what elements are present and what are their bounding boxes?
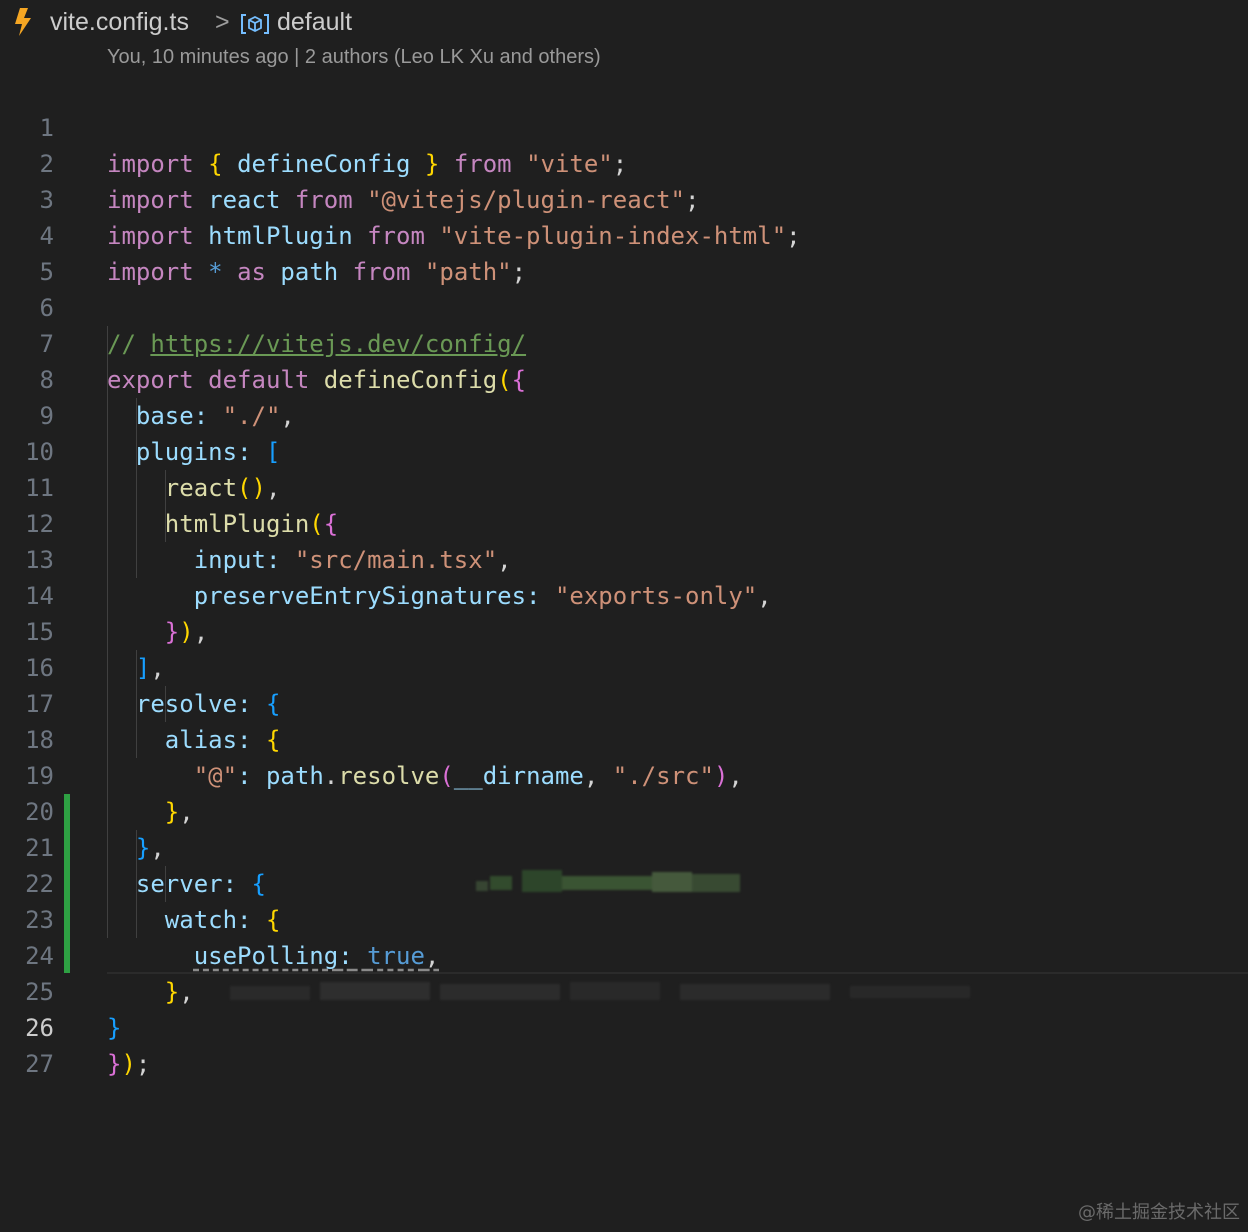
blurred-inline-blame: [476, 870, 740, 892]
code-line: 21 server: {: [0, 794, 1248, 898]
line-number: 27: [25, 1050, 54, 1078]
code-line: 14 }),: [0, 542, 1248, 646]
code-line: 10 react(),: [0, 398, 1248, 502]
code-line: 15 ],: [0, 578, 1248, 682]
code-line: 25 }: [0, 938, 1248, 1042]
code-line: 20 },: [0, 758, 1248, 862]
code-line: 2 import react from "@vitejs/plugin-reac…: [0, 110, 1248, 214]
code-line: 9 plugins: [: [0, 362, 1248, 466]
code-line: 27: [0, 1010, 1248, 1078]
code-line: 8 base: "./",: [0, 326, 1248, 430]
code-line: 4 import * as path from "path";: [0, 182, 1248, 286]
code-line: 17 alias: {: [0, 650, 1248, 754]
code-editor[interactable]: 1 import { defineConfig } from "vite"; 2…: [0, 74, 1248, 1078]
code-line: 18 "@": path.resolve(__dirname, "./src")…: [0, 686, 1248, 790]
code-line: 11 htmlPlugin({: [0, 434, 1248, 538]
code-line: 24 },: [0, 902, 1248, 1006]
breadcrumb-file[interactable]: vite.config.ts: [50, 8, 189, 37]
code-line: 6 // https://vitejs.dev/config/: [0, 254, 1248, 358]
code-line: 5: [0, 218, 1248, 286]
chevron-right-icon: >: [215, 8, 230, 36]
breadcrumb-symbol[interactable]: default: [277, 8, 352, 37]
code-line: 19 },: [0, 722, 1248, 826]
token: ): [121, 1050, 136, 1078]
code-line: 13 preserveEntrySignatures: "exports-onl…: [0, 506, 1248, 610]
watermark: @稀土掘金技术社区: [1078, 1202, 1240, 1223]
blurred-inline-blame: [230, 982, 970, 1000]
code-line: 7 export default defineConfig({: [0, 290, 1248, 394]
symbol-variable-icon: [241, 14, 269, 34]
breadcrumb: vite.config.ts > default: [0, 0, 1248, 46]
vite-bolt-icon: [15, 8, 31, 36]
code-line: 3 import htmlPlugin from "vite-plugin-in…: [0, 146, 1248, 250]
code-line: 26 });: [0, 974, 1248, 1078]
code-line: 23 usePolling: true,: [0, 866, 1248, 970]
code-line: 22 watch: {: [0, 830, 1248, 934]
token: ;: [135, 1050, 151, 1078]
git-blame-codelens[interactable]: You, 10 minutes ago | 2 authors (Leo LK …: [107, 46, 601, 69]
code-line: 16 resolve: {: [0, 614, 1248, 718]
code-line: 1 import { defineConfig } from "vite";: [0, 74, 1248, 178]
code-line: 12 input: "src/main.tsx",: [0, 470, 1248, 574]
token: }: [107, 1050, 122, 1078]
code-text[interactable]: });: [107, 1046, 150, 1082]
